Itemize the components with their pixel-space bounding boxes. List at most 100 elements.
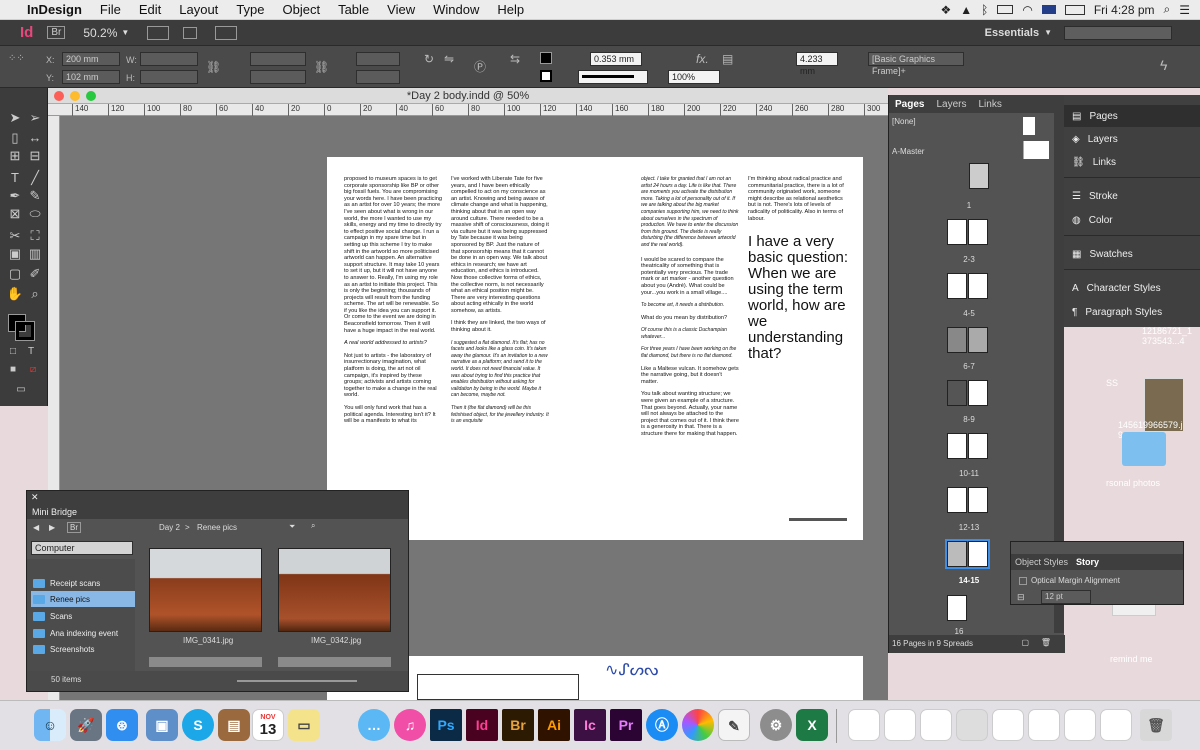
minimize-window-button[interactable] bbox=[70, 91, 80, 101]
page-left-col2[interactable]: I've worked with Liberate Tate for five … bbox=[451, 176, 549, 538]
fill-swatch[interactable] bbox=[540, 52, 552, 64]
rectangle-frame-tool-icon[interactable]: ⊠ bbox=[6, 206, 24, 222]
menu-table[interactable]: Table bbox=[329, 2, 378, 17]
optical-margin-checkbox[interactable] bbox=[1019, 577, 1027, 585]
close-panel-icon[interactable]: ✕ bbox=[31, 492, 39, 503]
none-master-row[interactable]: [None] bbox=[889, 117, 1053, 139]
help-search-input[interactable] bbox=[1064, 25, 1172, 40]
spread-thumb[interactable] bbox=[947, 433, 988, 459]
page-right-col1[interactable]: object. I take for granted that I am not… bbox=[641, 176, 739, 516]
tab-story[interactable]: Story bbox=[1076, 557, 1099, 567]
panel-color-button[interactable]: ◍ Color bbox=[1064, 209, 1200, 231]
photo-thumbnail[interactable] bbox=[278, 548, 391, 632]
free-transform-tool-icon[interactable]: ⛶ bbox=[26, 228, 44, 244]
apply-none-icon[interactable]: ⧄ bbox=[24, 364, 42, 375]
thumbnail-size-slider[interactable] bbox=[237, 680, 357, 682]
opacity-field[interactable]: 100% bbox=[668, 70, 720, 84]
gap-tool-icon[interactable]: ↔ bbox=[26, 130, 44, 145]
document-stack-icon[interactable] bbox=[848, 709, 880, 741]
mini-bridge-tab[interactable]: Mini Bridge bbox=[27, 505, 408, 519]
delete-page-icon[interactable]: 🗑 bbox=[1041, 638, 1051, 647]
workspace-switcher[interactable]: Essentials bbox=[985, 27, 1039, 39]
folder-item-selected[interactable]: Renee pics bbox=[31, 591, 135, 607]
flag-icon[interactable] bbox=[1041, 5, 1056, 14]
spread-thumb[interactable] bbox=[947, 595, 967, 621]
skype-icon[interactable]: S bbox=[182, 709, 214, 741]
spread-thumb[interactable] bbox=[969, 163, 989, 189]
notebook-icon[interactable]: ▤ bbox=[218, 709, 250, 741]
desktop-file-label[interactable]: SS bbox=[1106, 378, 1118, 388]
ellipse-tool-icon[interactable]: ⬭ bbox=[26, 206, 44, 222]
textedit-icon[interactable]: ✎ bbox=[718, 709, 750, 741]
document-stack-icon[interactable] bbox=[1100, 709, 1132, 741]
frame-fitting-icon[interactable]: ▤ bbox=[722, 52, 733, 66]
constrain-scale-icon[interactable]: ⛓ bbox=[314, 60, 329, 74]
spread-thumb[interactable] bbox=[947, 273, 988, 299]
breadcrumb-item[interactable]: Day 2 bbox=[159, 523, 180, 532]
frame-size-field[interactable]: 4.233 mm bbox=[796, 52, 838, 76]
desktop-file-label[interactable]: 12186721_1 373543...4 bbox=[1142, 326, 1192, 346]
rotation-field[interactable] bbox=[356, 52, 400, 66]
content-collector-icon[interactable]: ⊞ bbox=[6, 148, 24, 164]
folder-icon[interactable] bbox=[1122, 432, 1166, 466]
zoom-window-button[interactable] bbox=[86, 91, 96, 101]
apply-color-icon[interactable]: ■ bbox=[4, 364, 22, 375]
app-menu[interactable]: InDesign bbox=[18, 2, 91, 17]
y-field[interactable]: 102 mm bbox=[62, 70, 120, 84]
spread-thumb[interactable] bbox=[947, 380, 988, 406]
page-left-col1[interactable]: proposed to museum spaces is to get corp… bbox=[344, 176, 442, 538]
tab-object-styles[interactable]: Object Styles bbox=[1015, 557, 1068, 567]
optical-size-field[interactable]: 12 pt bbox=[1041, 590, 1091, 604]
screen-mode-icon[interactable]: ▭ bbox=[12, 384, 30, 395]
w-field[interactable] bbox=[140, 52, 198, 66]
view-options-button[interactable] bbox=[147, 25, 170, 40]
formatting-text-icon[interactable]: T bbox=[22, 346, 40, 357]
eyedropper-tool-icon[interactable]: ✐ bbox=[26, 266, 44, 282]
document-stack-icon[interactable] bbox=[992, 709, 1024, 741]
folder-item[interactable]: Screenshots bbox=[31, 641, 135, 657]
forward-icon[interactable]: ▶ bbox=[49, 523, 55, 532]
panel-stroke-button[interactable]: ☰ Stroke bbox=[1064, 185, 1200, 207]
rotate-90-icon[interactable]: ↻ bbox=[424, 52, 434, 66]
battery-charge-icon[interactable] bbox=[1064, 4, 1085, 15]
constrain-proportions-icon[interactable]: ⛓ bbox=[206, 60, 221, 74]
reference-point-icon[interactable]: ⁘⁘ bbox=[8, 52, 25, 66]
calendar-icon[interactable]: NOV 13 bbox=[252, 709, 284, 741]
panel-paragraph-styles-button[interactable]: ¶ Paragraph Styles bbox=[1064, 301, 1200, 323]
stickies-icon[interactable]: ▭ bbox=[288, 709, 320, 741]
app-store-icon[interactable]: Ⓐ bbox=[646, 709, 678, 741]
gradient-feather-tool-icon[interactable]: ▥ bbox=[26, 246, 44, 262]
menu-file[interactable]: File bbox=[91, 2, 130, 17]
spread-thumb-selected[interactable] bbox=[945, 539, 990, 569]
indesign-icon[interactable]: Id bbox=[466, 709, 498, 741]
gradient-swatch-tool-icon[interactable]: ▣ bbox=[6, 246, 24, 262]
zoom-level[interactable]: 50.2% bbox=[83, 26, 117, 40]
document-stack-icon[interactable] bbox=[1028, 709, 1060, 741]
drive-icon[interactable]: ▲ bbox=[960, 3, 972, 17]
page-left[interactable]: proposed to museum spaces is to get corp… bbox=[327, 157, 597, 540]
selection-tool-icon[interactable]: ➤ bbox=[6, 110, 24, 126]
new-page-icon[interactable]: ▢ bbox=[1021, 638, 1029, 647]
safari-icon[interactable]: ⊛ bbox=[106, 709, 138, 741]
menu-type[interactable]: Type bbox=[227, 2, 273, 17]
panel-character-styles-button[interactable]: A Character Styles bbox=[1064, 277, 1200, 299]
h-field[interactable] bbox=[140, 70, 198, 84]
panel-swatches-button[interactable]: ▦ Swatches bbox=[1064, 243, 1200, 265]
scissors-tool-icon[interactable]: ✂ bbox=[6, 228, 24, 244]
zoom-dropdown-icon[interactable]: ▼ bbox=[121, 28, 129, 37]
excel-icon[interactable]: X bbox=[796, 709, 828, 741]
page-next-right[interactable]: ∿ᔑᔕᔓ bbox=[597, 656, 863, 700]
photos-icon[interactable] bbox=[682, 709, 714, 741]
arrange-documents-button[interactable] bbox=[215, 25, 238, 40]
trash-icon[interactable]: 🗑 bbox=[1140, 709, 1172, 741]
stroke-weight-field[interactable]: 0.353 mm bbox=[590, 52, 642, 66]
bluetooth-icon[interactable]: ᛒ bbox=[981, 3, 988, 17]
page-right[interactable]: object. I take for granted that I am not… bbox=[597, 157, 863, 540]
panel-links-button[interactable]: ⛓ Links bbox=[1064, 151, 1200, 173]
filter-icon[interactable]: ⏷ bbox=[289, 522, 295, 532]
folder-item[interactable]: Scans bbox=[31, 608, 135, 624]
itunes-icon[interactable]: ♫ bbox=[394, 709, 426, 741]
tab-layers[interactable]: Layers bbox=[930, 99, 972, 110]
page-tool-icon[interactable]: ▯ bbox=[6, 130, 24, 146]
menu-window[interactable]: Window bbox=[424, 2, 488, 17]
